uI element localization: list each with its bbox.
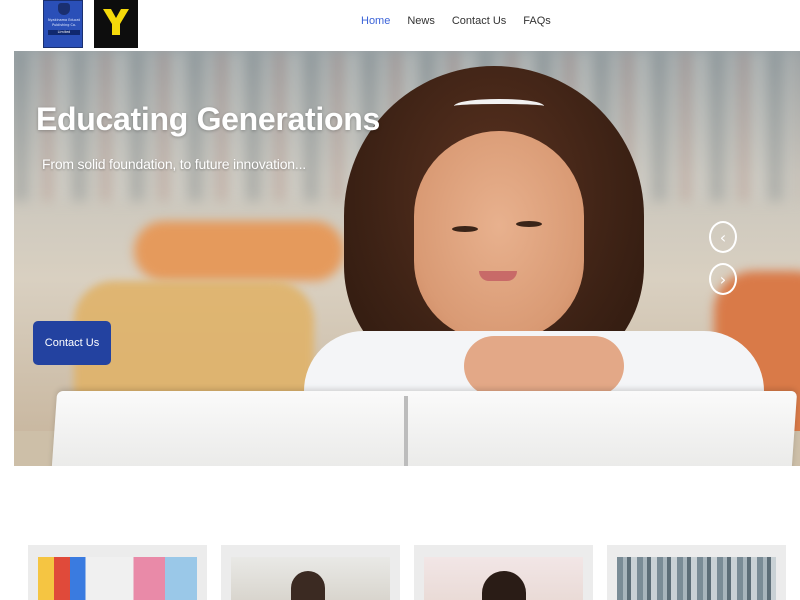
student-image [231, 557, 390, 600]
feature-card[interactable] [414, 545, 593, 600]
carousel-prev-button[interactable]: ‹ [709, 221, 737, 253]
child-image [424, 557, 583, 600]
crest-icon [58, 3, 70, 15]
logo-line-3: Limited [48, 30, 80, 35]
hero-subtitle: From solid foundation, to future innovat… [42, 156, 306, 172]
arms [464, 336, 624, 396]
y-logo[interactable] [94, 0, 138, 48]
logo-line-2: Publishing Co. [52, 23, 76, 27]
nav-home[interactable]: Home [361, 14, 390, 28]
headband [454, 99, 544, 113]
chevron-right-icon: › [719, 269, 727, 289]
nav-contact-us[interactable]: Contact Us [452, 14, 506, 28]
eye [516, 221, 542, 227]
contact-us-button[interactable]: Contact Us [33, 321, 111, 365]
school-logo-text: Nyakinama Educational Publishing Co. Lim… [48, 18, 80, 35]
school-supplies-image [38, 557, 197, 600]
eye [452, 226, 478, 232]
smile [479, 271, 517, 281]
carousel-next-button[interactable]: › [709, 263, 737, 295]
hero-title: Educating Generations [36, 101, 380, 137]
main-nav: Home News Contact Us FAQs [361, 14, 568, 28]
nav-news[interactable]: News [407, 14, 435, 28]
nav-faqs[interactable]: FAQs [523, 14, 551, 28]
feature-card[interactable] [607, 545, 786, 600]
open-book [50, 391, 798, 466]
y-letter-icon [103, 9, 129, 35]
face [414, 131, 584, 341]
library-image [617, 557, 776, 600]
site-header: Nyakinama Educational Publishing Co. Lim… [0, 0, 800, 50]
feature-cards [28, 545, 788, 600]
feature-card[interactable] [28, 545, 207, 600]
school-logo[interactable]: Nyakinama Educational Publishing Co. Lim… [43, 0, 83, 48]
hero-carousel: Educating Generations From solid foundat… [14, 51, 800, 466]
feature-card[interactable] [221, 545, 400, 600]
chevron-left-icon: ‹ [719, 227, 727, 247]
book-spine [404, 396, 408, 466]
